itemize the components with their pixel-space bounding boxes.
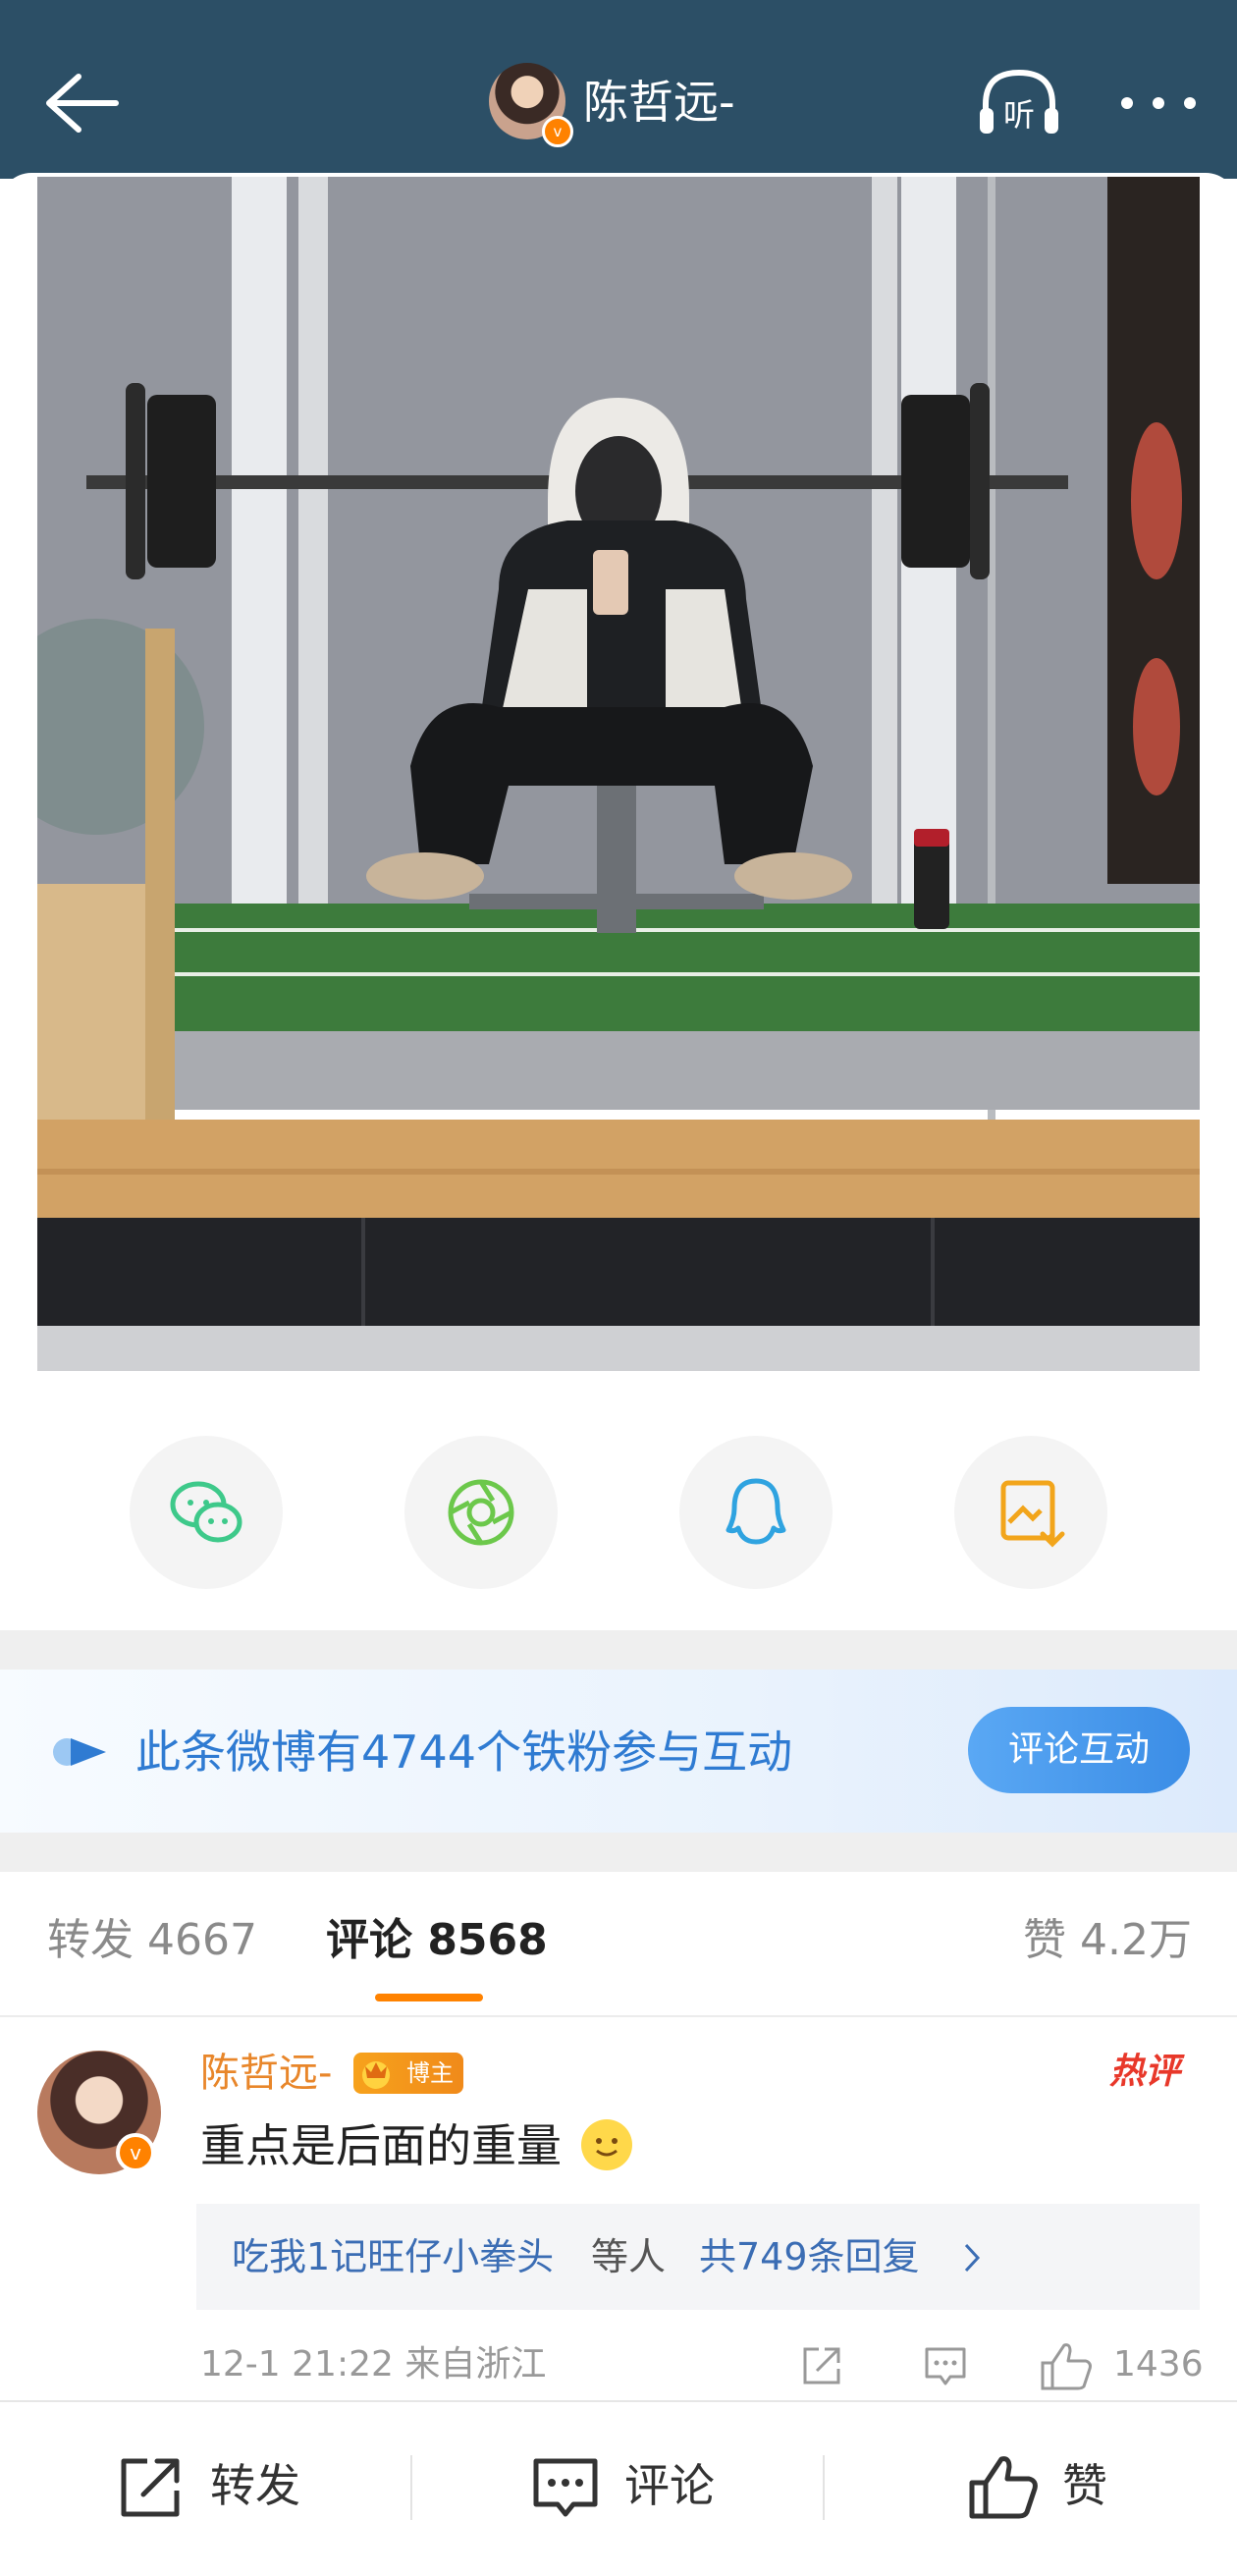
replies-user-link[interactable]: 吃我1记旺仔小拳头	[232, 2229, 554, 2284]
comment-author[interactable]: 陈哲远-	[200, 2045, 332, 2102]
listen-label: 听	[1003, 96, 1035, 134]
save-image-icon	[1000, 1480, 1065, 1548]
section-divider	[0, 1630, 1237, 1670]
comment-text: 重点是后面的重量	[200, 2119, 562, 2172]
arrow-left-icon	[46, 74, 119, 133]
repost-button[interactable]: 转发	[116, 2447, 312, 2526]
post-image[interactable]	[37, 177, 1200, 1371]
blogger-badge: 博主	[353, 2053, 463, 2094]
wechat-icon	[170, 1481, 242, 1543]
comment-timestamp: 12-1 21:22 来自浙江	[200, 2344, 547, 2384]
reply-icon[interactable]	[921, 2341, 970, 2390]
thumbs-up-icon	[969, 2456, 1038, 2519]
more-dots-icon	[1121, 97, 1196, 109]
more-button[interactable]	[1113, 79, 1204, 128]
moments-icon	[448, 1479, 514, 1546]
fans-banner-text: 此条微博有4744个铁粉参与互动	[135, 1726, 793, 1779]
save-image-button[interactable]	[954, 1436, 1107, 1589]
headphones-icon: 听	[980, 69, 1058, 134]
share-icon[interactable]	[797, 2341, 846, 2390]
like-button[interactable]: 赞	[968, 2447, 1145, 2526]
section-divider	[0, 1833, 1237, 1872]
listen-button[interactable]: 听	[976, 65, 1062, 139]
tab-likes[interactable]: 赞 4.2万	[1023, 1909, 1192, 1972]
share-moments-button[interactable]	[404, 1436, 558, 1589]
tab-repost[interactable]: 转发 4667	[47, 1909, 257, 1972]
replies-connector: 等人	[591, 2235, 667, 2278]
repost-icon	[121, 2458, 180, 2517]
verified-badge: v	[542, 116, 573, 147]
repost-label: 转发	[210, 2459, 300, 2512]
comment-label: 评论	[624, 2459, 715, 2512]
divider	[823, 2455, 825, 2520]
comment-like-count: 1436	[1113, 2344, 1204, 2384]
tab-indicator	[375, 1994, 483, 2001]
smile-emoji-icon	[581, 2119, 632, 2170]
verified-badge: v	[116, 2133, 155, 2172]
tab-comments[interactable]: 评论 8568	[326, 1909, 548, 1972]
replies-count-link[interactable]: 共749条回复	[699, 2229, 920, 2284]
blogger-badge-label: 博主	[406, 2059, 454, 2087]
hot-comment-badge: 热评	[1109, 2052, 1181, 2092]
comment-button[interactable]: 评论	[530, 2447, 726, 2526]
share-qq-button[interactable]	[679, 1436, 833, 1589]
comment-icon	[533, 2458, 598, 2517]
fans-badge-icon	[53, 1738, 106, 1766]
crown-icon	[362, 2061, 390, 2089]
share-wechat-button[interactable]	[130, 1436, 283, 1589]
comment-interact-button[interactable]: 评论互动	[968, 1707, 1190, 1793]
thumbs-up-icon[interactable]	[1039, 2339, 1094, 2392]
back-button[interactable]	[39, 69, 128, 137]
page-title[interactable]: 陈哲远-	[583, 71, 735, 134]
chevron-right-icon	[964, 2243, 981, 2273]
gym-photo	[37, 177, 1200, 1371]
qq-icon	[726, 1478, 786, 1545]
like-label: 赞	[1062, 2459, 1107, 2512]
divider	[410, 2455, 412, 2520]
